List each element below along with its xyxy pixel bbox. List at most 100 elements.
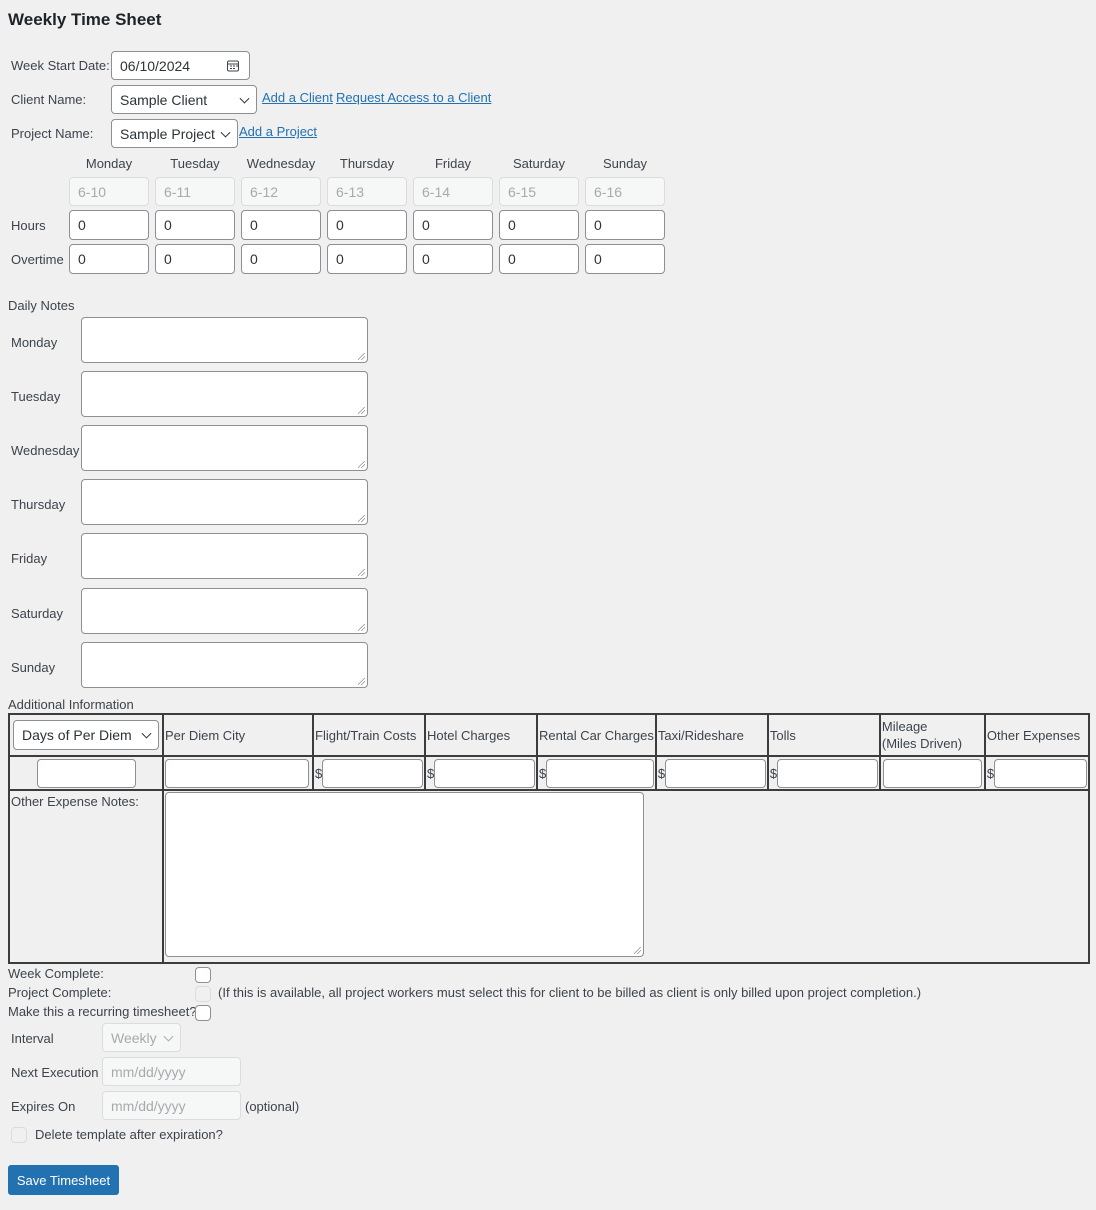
date-field-thursday: 6-13	[327, 177, 407, 206]
hours-input-tuesday[interactable]: 0	[155, 210, 235, 240]
overtime-input-tuesday[interactable]: 0	[155, 244, 235, 274]
daily-note-label-thursday: Thursday	[11, 497, 66, 512]
date-value: 6-14	[422, 183, 451, 200]
other-expenses-input[interactable]	[994, 758, 1087, 788]
expires-on-input[interactable]: mm/dd/yyyy	[102, 1091, 241, 1120]
hours-row-label: Hours	[11, 218, 46, 233]
daily-note-textarea-thursday[interactable]	[81, 479, 368, 525]
overtime-input-wednesday[interactable]: 0	[241, 244, 321, 274]
client-name-label: Client Name:	[11, 92, 87, 107]
overtime-value: 0	[422, 251, 430, 267]
daily-note-textarea-sunday[interactable]	[81, 642, 368, 688]
next-execution-input[interactable]: mm/dd/yyyy	[102, 1057, 241, 1086]
daily-note-textarea-saturday[interactable]	[81, 588, 368, 634]
flight-train-costs-input[interactable]	[322, 758, 423, 788]
date-value: 6-10	[78, 183, 107, 200]
daily-note-textarea-friday[interactable]	[81, 533, 368, 579]
overtime-input-saturday[interactable]: 0	[499, 244, 579, 274]
rental-car-charges-input[interactable]	[546, 758, 654, 788]
delete-template-checkbox[interactable]	[11, 1127, 27, 1143]
hours-input-monday[interactable]: 0	[69, 210, 149, 240]
col-mileage-line1: Mileage	[881, 719, 928, 734]
daily-note-label-wednesday: Wednesday	[11, 443, 80, 458]
additional-info-heading: Additional Information	[8, 697, 134, 712]
week-start-date-input[interactable]: 06/10/2024	[111, 51, 250, 80]
col-mileage: Mileage (Miles Driven)	[878, 713, 986, 757]
project-complete-checkbox[interactable]	[195, 986, 211, 1002]
date-value: 6-15	[508, 183, 537, 200]
days-of-per-diem-input[interactable]	[36, 758, 136, 788]
day-header-tuesday: Tuesday	[170, 156, 220, 171]
overtime-value: 0	[250, 251, 258, 267]
date-value: 6-11	[164, 183, 191, 200]
daily-note-textarea-wednesday[interactable]	[81, 425, 368, 471]
hours-input-friday[interactable]: 0	[413, 210, 493, 240]
add-project-link[interactable]: Add a Project	[239, 124, 317, 139]
calendar-icon[interactable]	[227, 60, 239, 71]
hours-value: 0	[508, 217, 516, 233]
delete-template-label: Delete template after expiration?	[35, 1127, 223, 1142]
col-taxi-rideshare: Taxi/Rideshare	[654, 713, 769, 757]
project-name-select[interactable]: Sample Project	[111, 119, 238, 148]
overtime-input-friday[interactable]: 0	[413, 244, 493, 274]
interval-select[interactable]: Weekly	[102, 1023, 181, 1052]
daily-note-label-monday: Monday	[11, 335, 58, 350]
tolls-input[interactable]	[777, 758, 878, 788]
overtime-value: 0	[336, 251, 344, 267]
add-client-link[interactable]: Add a Client	[262, 90, 333, 105]
overtime-input-thursday[interactable]: 0	[327, 244, 407, 274]
request-client-access-link[interactable]: Request Access to a Client	[336, 90, 491, 105]
week-start-label: Week Start Date:	[11, 58, 110, 73]
expense-header-row: Days of Per Diem Per Diem City Flight/Tr…	[8, 713, 1091, 757]
currency-symbol: $	[315, 765, 323, 781]
date-value: 6-13	[336, 183, 365, 200]
daily-notes-heading: Daily Notes	[8, 298, 75, 313]
overtime-input-monday[interactable]: 0	[69, 244, 149, 274]
week-complete-checkbox[interactable]	[195, 967, 211, 983]
hours-input-saturday[interactable]: 0	[499, 210, 579, 240]
week-start-date-value: 06/10/2024	[120, 57, 191, 74]
hours-input-wednesday[interactable]: 0	[241, 210, 321, 240]
expires-on-placeholder: mm/dd/yyyy	[111, 1097, 186, 1114]
per-diem-city-input[interactable]	[165, 758, 309, 788]
daily-note-label-tuesday: Tuesday	[11, 389, 61, 404]
days-of-per-diem-select[interactable]: Days of Per Diem	[13, 720, 159, 750]
week-complete-label: Week Complete:	[8, 966, 104, 981]
daily-note-label-friday: Friday	[11, 551, 48, 566]
next-execution-placeholder: mm/dd/yyyy	[111, 1063, 186, 1080]
hotel-charges-input[interactable]	[434, 758, 535, 788]
col-per-diem-city: Per Diem City	[162, 713, 314, 757]
chevron-down-icon	[220, 127, 231, 138]
date-field-monday: 6-10	[69, 177, 149, 206]
save-timesheet-button[interactable]: Save Timesheet	[8, 1165, 119, 1195]
mileage-input[interactable]	[882, 758, 982, 788]
recurring-checkbox[interactable]	[195, 1005, 211, 1021]
additional-info-table: Days of Per Diem Per Diem City Flight/Tr…	[8, 713, 1091, 964]
overtime-input-sunday[interactable]: 0	[585, 244, 665, 274]
interval-label: Interval	[11, 1031, 54, 1046]
hours-input-thursday[interactable]: 0	[327, 210, 407, 240]
col-rental-car-charges: Rental Car Charges	[536, 713, 657, 757]
other-expense-notes-label: Other Expense Notes:	[8, 789, 164, 964]
overtime-row-label: Overtime	[11, 252, 64, 267]
other-expense-notes-textarea[interactable]	[165, 792, 644, 957]
chevron-down-icon	[141, 728, 152, 739]
daily-note-textarea-tuesday[interactable]	[81, 371, 368, 417]
page-title: Weekly Time Sheet	[8, 10, 162, 29]
taxi-rideshare-input[interactable]	[665, 758, 766, 788]
chevron-down-icon	[163, 1031, 174, 1042]
date-value: 6-12	[250, 183, 279, 200]
day-header-thursday: Thursday	[339, 156, 395, 171]
client-name-select[interactable]: Sample Client	[111, 85, 257, 114]
project-complete-label: Project Complete:	[8, 985, 112, 1000]
hours-value: 0	[336, 217, 344, 233]
hours-value: 0	[594, 217, 602, 233]
col-mileage-line2: (Miles Driven)	[881, 736, 963, 751]
currency-symbol: $	[539, 765, 547, 781]
overtime-value: 0	[594, 251, 602, 267]
day-header-friday: Friday	[434, 156, 472, 171]
daily-note-textarea-monday[interactable]	[81, 317, 368, 363]
hours-value: 0	[164, 217, 172, 233]
hours-input-sunday[interactable]: 0	[585, 210, 665, 240]
hours-value: 0	[422, 217, 430, 233]
